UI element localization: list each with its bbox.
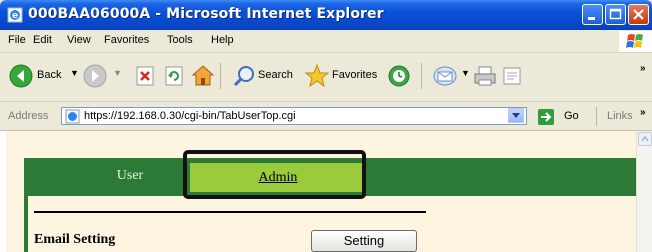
toolbar-overflow-icon[interactable]: » bbox=[640, 63, 646, 74]
menu-view[interactable]: View bbox=[67, 34, 91, 46]
toolbar-separator bbox=[220, 63, 221, 89]
email-setting-label: Email Setting bbox=[34, 232, 116, 247]
minimize-icon bbox=[588, 17, 595, 20]
maximize-button[interactable] bbox=[605, 4, 626, 25]
standard-toolbar: Back ▼ ▼ Search Favorites ▼ » bbox=[0, 53, 652, 102]
chevron-down-icon bbox=[512, 113, 520, 118]
favorites-star-icon[interactable] bbox=[304, 63, 330, 89]
stop-icon[interactable] bbox=[135, 66, 155, 86]
close-button[interactable] bbox=[628, 4, 649, 25]
address-input[interactable]: https://192.168.0.30/cgi-bin/TabUserTop.… bbox=[61, 107, 527, 125]
go-button[interactable]: Go bbox=[564, 110, 579, 122]
search-label[interactable]: Search bbox=[258, 69, 293, 81]
address-separator bbox=[596, 107, 597, 126]
setting-button[interactable]: Setting bbox=[311, 230, 417, 252]
forward-icon[interactable] bbox=[83, 64, 107, 88]
menu-bar: File Edit View Favorites Tools Help bbox=[0, 30, 652, 53]
page-icon bbox=[65, 109, 80, 124]
edit-icon[interactable] bbox=[502, 66, 524, 86]
menu-file[interactable]: File bbox=[8, 34, 26, 46]
toolbar-separator bbox=[421, 63, 422, 89]
scroll-up-button[interactable] bbox=[638, 132, 652, 146]
mail-dropdown-icon[interactable]: ▼ bbox=[461, 68, 470, 78]
page-content: User Admin Email Setting Setting bbox=[0, 131, 638, 252]
back-dropdown-icon[interactable]: ▼ bbox=[70, 68, 79, 78]
browser-window: e 000BAA06000A - Microsoft Internet Expl… bbox=[0, 0, 652, 252]
admin-tab-highlight bbox=[183, 150, 366, 199]
links-button[interactable]: Links bbox=[607, 110, 633, 122]
menu-edit[interactable]: Edit bbox=[33, 34, 52, 46]
refresh-icon[interactable] bbox=[164, 66, 184, 86]
svg-text:e: e bbox=[12, 11, 18, 21]
chevron-up-icon bbox=[641, 135, 649, 142]
ie-page-icon: e bbox=[7, 7, 23, 23]
windows-logo-icon bbox=[619, 31, 652, 52]
address-url: https://192.168.0.30/cgi-bin/TabUserTop.… bbox=[84, 110, 296, 122]
go-arrow-icon[interactable] bbox=[538, 109, 554, 125]
title-bar: e 000BAA06000A - Microsoft Internet Expl… bbox=[0, 0, 652, 30]
window-title: 000BAA06000A - Microsoft Internet Explor… bbox=[28, 6, 384, 22]
history-icon[interactable] bbox=[387, 64, 411, 88]
address-label: Address bbox=[8, 110, 49, 122]
minimize-button[interactable] bbox=[582, 4, 603, 25]
menu-favorites[interactable]: Favorites bbox=[104, 34, 149, 46]
home-icon[interactable] bbox=[191, 64, 215, 88]
back-label[interactable]: Back bbox=[37, 69, 61, 81]
close-icon bbox=[633, 9, 644, 20]
print-icon[interactable] bbox=[473, 65, 497, 87]
back-icon[interactable] bbox=[9, 64, 33, 88]
links-overflow-icon[interactable]: » bbox=[640, 107, 646, 118]
favorites-label[interactable]: Favorites bbox=[332, 69, 377, 81]
forward-dropdown-icon[interactable]: ▼ bbox=[113, 68, 122, 78]
panel-border bbox=[24, 196, 28, 252]
address-bar: Address https://192.168.0.30/cgi-bin/Tab… bbox=[0, 103, 652, 131]
tab-user[interactable]: User bbox=[70, 163, 190, 189]
vertical-scrollbar[interactable] bbox=[636, 131, 652, 252]
menu-tools[interactable]: Tools bbox=[167, 34, 193, 46]
mail-icon[interactable] bbox=[433, 65, 459, 87]
maximize-icon bbox=[609, 8, 622, 20]
search-icon[interactable] bbox=[232, 64, 256, 88]
address-dropdown-button[interactable] bbox=[508, 108, 524, 123]
menu-help[interactable]: Help bbox=[211, 34, 234, 46]
section-divider bbox=[34, 211, 426, 213]
